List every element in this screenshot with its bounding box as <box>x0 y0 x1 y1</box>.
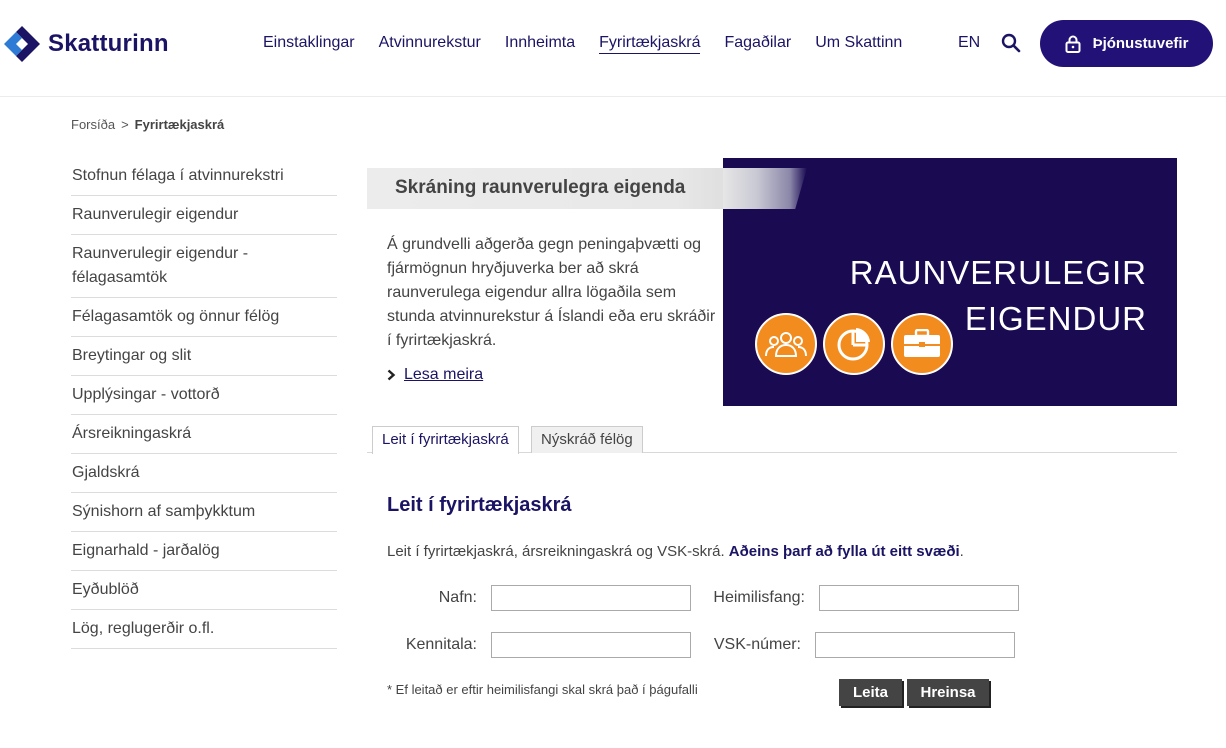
nav-atvinnurekstur[interactable]: Atvinnurekstur <box>379 34 481 54</box>
nav-fyrirtaekjaskra[interactable]: Fyrirtækjaskrá <box>599 34 701 54</box>
sidebar-nav: Stofnun félaga í atvinnurekstri Raunveru… <box>71 157 337 649</box>
language-switch[interactable]: EN <box>958 34 980 52</box>
logo-text: Skatturinn <box>48 30 169 57</box>
hero-banner-image: RAUNVERULEGIR EIGENDUR <box>723 158 1177 406</box>
hero-banner-stripe <box>723 168 807 209</box>
tab-nyskrad-felog[interactable]: Nýskráð félög <box>531 426 643 453</box>
tab-bar: Leit í fyrirtækjaskrá Nýskráð félög <box>367 426 1177 454</box>
sidebar-item-gjaldskra[interactable]: Gjaldskrá <box>71 454 337 493</box>
breadcrumb: Forsíða > Fyrirtækjaskrá <box>71 117 224 132</box>
sidebar-item-arsreikningaskra[interactable]: Ársreikningaskrá <box>71 415 337 454</box>
address-input[interactable] <box>819 585 1019 611</box>
site-header: Skatturinn Einstaklingar Atvinnurekstur … <box>0 0 1226 97</box>
service-portal-button[interactable]: Þjónustuvefir <box>1040 20 1213 67</box>
pie-chart-icon <box>823 313 885 375</box>
kennitala-input[interactable] <box>491 632 691 658</box>
sidebar-item-raunverulegir-eigendur-felagasamtok[interactable]: Raunverulegir eigendur - félagasamtök <box>71 235 337 298</box>
hero-text: Á grundvelli aðgerða gegn peningaþvætti … <box>387 236 716 349</box>
hero-label: Skráning raunverulegra eigenda <box>395 177 686 198</box>
sidebar-item-stofnun-felaga[interactable]: Stofnun félaga í atvinnurekstri <box>71 157 337 196</box>
sidebar-item-eydublod[interactable]: Eyðublöð <box>71 571 337 610</box>
tab-leit[interactable]: Leit í fyrirtækjaskrá <box>372 426 519 454</box>
skatturinn-logo-icon <box>4 26 40 62</box>
search-section-description: Leit í fyrirtækjaskrá, ársreikningaskrá … <box>387 543 964 560</box>
chevron-right-icon <box>387 369 396 381</box>
nav-einstaklingar[interactable]: Einstaklingar <box>263 34 355 54</box>
name-input[interactable] <box>491 585 691 611</box>
sidebar-item-eignarhald[interactable]: Eignarhald - jarðalög <box>71 532 337 571</box>
clear-button[interactable]: Hreinsa <box>907 679 989 706</box>
hero-banner-title-line1: RAUNVERULEGIR <box>849 254 1147 291</box>
vsk-input[interactable] <box>815 632 1015 658</box>
search-desc-end: . <box>959 543 964 560</box>
address-label: Heimilisfang: <box>713 589 805 606</box>
address-note: * Ef leitað er eftir heimilisfangi skal … <box>387 682 698 697</box>
nav-innheimta[interactable]: Innheimta <box>505 34 575 54</box>
search-desc-strong: Aðeins þarf að fylla út eitt svæði <box>728 543 960 560</box>
name-label: Nafn: <box>438 589 477 606</box>
lock-icon <box>1065 35 1081 53</box>
sidebar-item-raunverulegir-eigendur[interactable]: Raunverulegir eigendur <box>71 196 337 235</box>
people-icon <box>755 313 817 375</box>
read-more-link[interactable]: Lesa meira <box>387 366 483 384</box>
briefcase-icon <box>891 313 953 375</box>
vsk-label: VSK-númer: <box>713 636 801 653</box>
skatturinn-logo[interactable]: Skatturinn <box>2 24 169 64</box>
search-desc-plain: Leit í fyrirtækjaskrá, ársreikningaskrá … <box>387 543 729 560</box>
sidebar-item-synishorn[interactable]: Sýnishorn af samþykktum <box>71 493 337 532</box>
search-icon[interactable] <box>1001 33 1021 53</box>
sidebar-item-upplysingar-vottord[interactable]: Upplýsingar - vottorð <box>71 376 337 415</box>
search-button[interactable]: Leita <box>839 679 902 706</box>
nav-um-skattinn[interactable]: Um Skattinn <box>815 34 902 54</box>
breadcrumb-current: Fyrirtækjaskrá <box>134 117 225 132</box>
read-more-label: Lesa meira <box>404 366 484 383</box>
sidebar-item-log-reglugerdir[interactable]: Lög, reglugerðir o.fl. <box>71 610 337 649</box>
service-portal-label: Þjónustuvefir <box>1092 35 1189 52</box>
sidebar-item-breytingar-og-slit[interactable]: Breytingar og slit <box>71 337 337 376</box>
breadcrumb-home[interactable]: Forsíða <box>71 117 115 132</box>
kennitala-label: Kennitala: <box>405 636 477 653</box>
nav-fagadilar[interactable]: Fagaðilar <box>724 34 791 54</box>
breadcrumb-separator: > <box>121 117 129 132</box>
main-nav: Einstaklingar Atvinnurekstur Innheimta F… <box>263 34 926 54</box>
sidebar-item-felagasamtok[interactable]: Félagasamtök og önnur félög <box>71 298 337 337</box>
search-section-title: Leit í fyrirtækjaskrá <box>387 494 572 516</box>
